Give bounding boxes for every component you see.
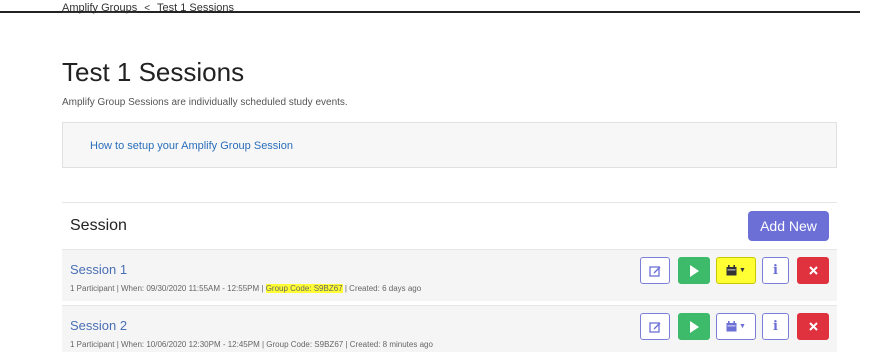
info-button[interactable]: i xyxy=(762,257,789,284)
session-meta: 1 Participant | When: 09/30/2020 11:55AM… xyxy=(70,284,421,293)
calendar-icon xyxy=(726,265,737,276)
session-name-link[interactable]: Session 2 xyxy=(70,318,127,333)
session-when: 1 Participant | When: 10/06/2020 12:30PM… xyxy=(70,340,265,349)
info-icon: i xyxy=(773,263,778,278)
session-when: 1 Participant | When: 09/30/2020 11:55AM… xyxy=(70,284,264,293)
session-created: | Created: 6 days ago xyxy=(344,284,422,293)
group-code: Group Code: S9BZ67 xyxy=(265,284,343,293)
session-name-link[interactable]: Session 1 xyxy=(70,262,127,277)
help-box: How to setup your Amplify Group Session xyxy=(62,122,837,168)
panel-title: Session xyxy=(70,217,127,234)
info-button[interactable]: i xyxy=(762,313,789,340)
edit-icon xyxy=(649,321,661,333)
edit-button[interactable] xyxy=(640,313,670,340)
help-link[interactable]: How to setup your Amplify Group Session xyxy=(90,140,293,152)
edit-button[interactable] xyxy=(640,257,670,284)
session-meta: 1 Participant | When: 10/06/2020 12:30PM… xyxy=(70,340,433,349)
breadcrumb-separator: < xyxy=(144,3,151,14)
start-session-button[interactable] xyxy=(678,257,710,284)
start-session-button[interactable] xyxy=(678,313,710,340)
chevron-down-icon: ▼ xyxy=(739,323,746,330)
chevron-down-icon: ▼ xyxy=(739,267,746,274)
group-code: Group Code: S9BZ67 xyxy=(266,340,344,349)
play-icon xyxy=(689,320,699,333)
close-icon xyxy=(808,322,818,331)
breadcrumb-current: Test 1 Sessions xyxy=(156,2,235,14)
session-panel-header: Session Add New xyxy=(62,202,837,249)
calendar-icon xyxy=(726,321,737,332)
play-icon xyxy=(689,264,699,277)
delete-button[interactable] xyxy=(797,257,829,284)
page-subtitle: Amplify Group Sessions are individually … xyxy=(62,97,348,108)
session-row: Session 2 1 Participant | When: 10/06/20… xyxy=(62,305,837,352)
calendar-dropdown-button[interactable]: ▼ xyxy=(716,257,756,284)
session-row: Session 1 1 Participant | When: 09/30/20… xyxy=(62,249,837,301)
breadcrumb: Amplify Groups < Test 1 Sessions xyxy=(62,2,234,15)
calendar-dropdown-button[interactable]: ▼ xyxy=(716,313,756,340)
edit-icon xyxy=(649,265,661,277)
info-icon: i xyxy=(773,319,778,334)
breadcrumb-link-amplify-groups[interactable]: Amplify Groups xyxy=(62,2,137,14)
delete-button[interactable] xyxy=(797,313,829,340)
add-new-button[interactable]: Add New xyxy=(748,211,829,241)
session-created: | Created: 8 minutes ago xyxy=(345,340,433,349)
page-title: Test 1 Sessions xyxy=(62,57,245,87)
close-icon xyxy=(808,266,818,275)
